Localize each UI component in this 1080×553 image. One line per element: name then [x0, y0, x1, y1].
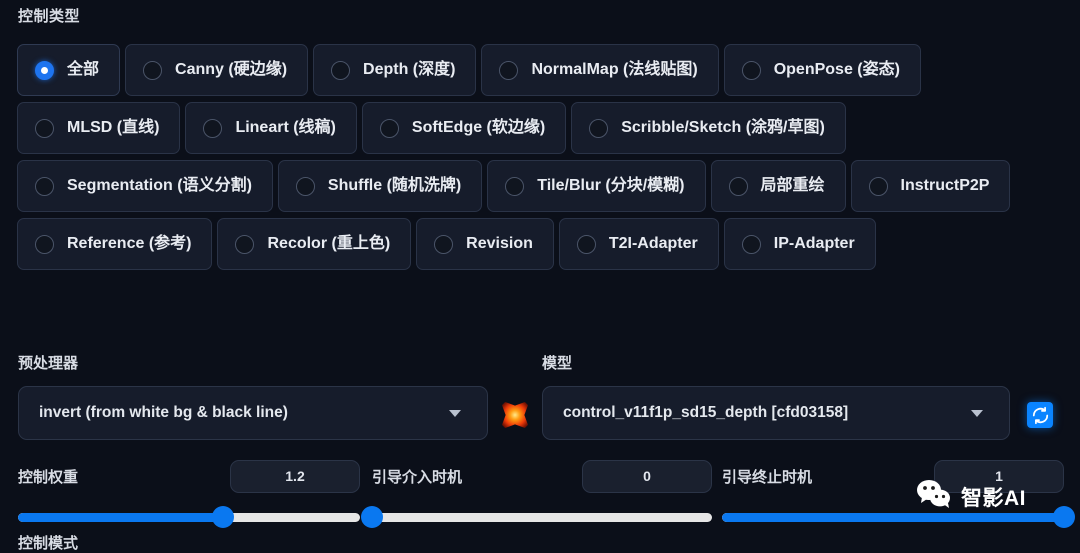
slider-label: 控制权重 [18, 468, 79, 486]
radio-icon [434, 234, 454, 254]
radio-icon [143, 60, 163, 80]
control-type-label: Revision [466, 235, 533, 252]
control-type-option[interactable]: Revision [416, 218, 554, 270]
radio-icon [505, 176, 525, 196]
slider-track [722, 513, 1064, 522]
control-type-label: InstructP2P [900, 177, 990, 194]
radio-icon [379, 118, 399, 138]
model-value: control_v11f1p_sd15_depth [cfd03158] [563, 404, 849, 421]
control-type-option[interactable]: InstructP2P [850, 160, 1011, 212]
control-type-label: OpenPose (姿态) [773, 61, 900, 78]
slider-guidance-start: 引导介入时机 0 [361, 458, 712, 528]
control-type-option[interactable]: Reference (参考) [17, 218, 213, 270]
control-type-label: Canny (硬边缘) [175, 61, 288, 78]
radio-icon [741, 234, 761, 254]
slider-header: 控制权重 1.2 [18, 458, 360, 494]
preprocessor-label: 预处理器 [18, 355, 79, 372]
control-type-option[interactable]: Shuffle (随机洗牌) [277, 160, 483, 212]
control-type-option[interactable]: Depth (深度) [313, 44, 477, 96]
control-type-option[interactable]: Canny (硬边缘) [125, 44, 309, 96]
chevron-down-icon [449, 409, 461, 417]
control-type-option[interactable]: OpenPose (姿态) [723, 44, 921, 96]
slider-knob[interactable] [361, 506, 383, 528]
preprocessor-value: invert (from white bg & black line) [39, 404, 288, 421]
radio-icon [235, 234, 255, 254]
slider-control-weight: 控制权重 1.2 [18, 458, 360, 528]
chevron-down-icon [971, 409, 983, 417]
control-type-option[interactable]: SoftEdge (软边缘) [361, 102, 567, 154]
slider-knob[interactable] [1053, 506, 1075, 528]
control-type-label: Reference (参考) [67, 235, 192, 252]
control-type-label: 全部 [67, 61, 100, 78]
control-type-option[interactable]: NormalMap (法线贴图) [481, 44, 719, 96]
radio-icon [868, 176, 888, 196]
control-type-option[interactable]: Scribble/Sketch (涂鸦/草图) [571, 102, 846, 154]
control-type-option[interactable]: Segmentation (语义分割) [17, 160, 273, 212]
slider-track [372, 513, 712, 522]
slider-value-input[interactable]: 1 [934, 459, 1064, 493]
control-type-label: NormalMap (法线贴图) [531, 61, 698, 78]
radio-icon [576, 234, 596, 254]
slider-label: 引导介入时机 [372, 468, 463, 486]
model-dropdown[interactable]: control_v11f1p_sd15_depth [cfd03158] [542, 386, 1010, 440]
control-type-option[interactable]: MLSD (直线) [17, 102, 181, 154]
radio-icon [35, 176, 54, 196]
slider-header: 引导终止时机 1 [722, 458, 1064, 494]
radio-icon [35, 234, 54, 254]
slider-guidance-end: 引导终止时机 1 [722, 458, 1075, 528]
slider-header: 引导介入时机 0 [372, 458, 712, 494]
refresh-icon[interactable] [1027, 402, 1053, 428]
model-label: 模型 [542, 355, 573, 372]
slider-value-input[interactable]: 0 [582, 459, 712, 493]
control-type-section-label: 控制类型 [18, 8, 81, 25]
control-type-label: MLSD (直线) [67, 119, 160, 136]
control-type-label: SoftEdge (软边缘) [411, 119, 546, 136]
radio-icon [295, 176, 315, 196]
radio-icon [589, 118, 609, 138]
radio-icon [728, 176, 748, 196]
control-type-radio-group: 全部 Canny (硬边缘) Depth (深度) NormalMap (法线贴图) O… [17, 44, 1063, 270]
explosion-icon[interactable] [502, 402, 528, 428]
slider-fill [18, 513, 224, 522]
radio-icon [331, 60, 351, 80]
control-type-label: Lineart (线稿) [235, 119, 336, 136]
control-type-option[interactable]: T2I-Adapter [558, 218, 719, 270]
control-type-label: Depth (深度) [363, 61, 456, 78]
control-type-label: Shuffle (随机洗牌) [327, 177, 462, 194]
preprocessor-dropdown[interactable]: invert (from white bg & black line) [18, 386, 488, 440]
control-type-label: 局部重绘 [760, 177, 825, 194]
control-type-label: Tile/Blur (分块/模糊) [537, 177, 685, 194]
control-type-option[interactable]: IP-Adapter [723, 218, 876, 270]
radio-icon [499, 60, 519, 80]
control-type-option[interactable]: 全部 [17, 44, 121, 96]
control-type-label: Segmentation (语义分割) [67, 177, 252, 194]
control-type-label: IP-Adapter [773, 235, 855, 252]
control-type-option[interactable]: Tile/Blur (分块/模糊) [487, 160, 706, 212]
control-type-label: Recolor (重上色) [267, 235, 391, 252]
radio-icon [35, 118, 54, 138]
radio-icon [741, 60, 761, 80]
radio-icon [203, 118, 223, 138]
control-type-option[interactable]: Lineart (线稿) [185, 102, 357, 154]
control-mode-label: 控制模式 [18, 535, 79, 552]
slider-track-area[interactable] [18, 506, 360, 528]
slider-value-input[interactable]: 1.2 [230, 459, 360, 493]
slider-label: 引导终止时机 [722, 468, 813, 486]
control-type-option[interactable]: 局部重绘 [710, 160, 846, 212]
controlnet-panel: 控制类型 全部 Canny (硬边缘) Depth (深度) NormalMap (法… [0, 0, 1080, 552]
slider-knob[interactable] [212, 506, 235, 528]
control-type-option[interactable]: Recolor (重上色) [217, 218, 412, 270]
slider-track-area[interactable] [361, 506, 712, 528]
slider-track [18, 513, 360, 522]
radio-icon [35, 60, 54, 80]
slider-track-area[interactable] [722, 506, 1075, 528]
slider-fill [722, 513, 1064, 522]
control-type-label: Scribble/Sketch (涂鸦/草图) [621, 119, 825, 136]
control-type-label: T2I-Adapter [608, 235, 698, 252]
